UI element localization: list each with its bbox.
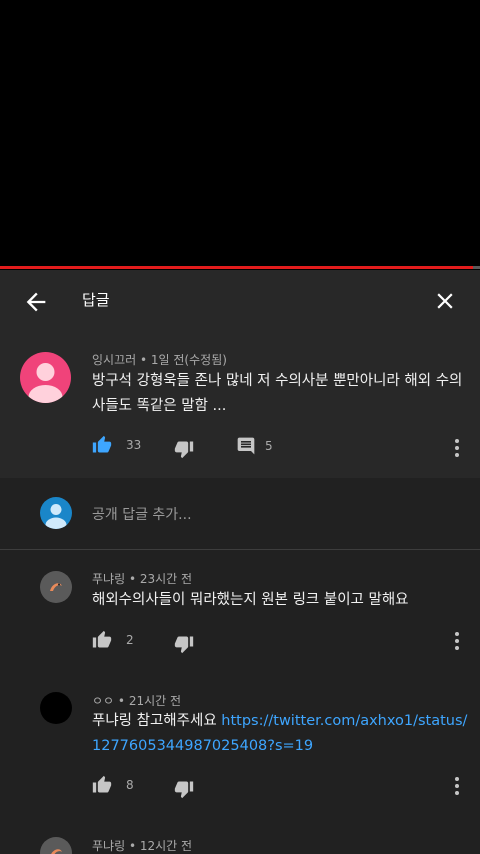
close-icon[interactable]: [432, 288, 458, 314]
replies-panel: 잉시끄러 • 1일 전(수정됨) 방구석 강형욱들 존나 많네 저 수의사분 뿐…: [0, 332, 480, 854]
reply-input[interactable]: 공개 답글 추가...: [92, 504, 192, 524]
reply-meta: 푸냐링 • 23시간 전: [92, 570, 192, 587]
replies-header: 답글: [0, 270, 480, 332]
meta-separator: •: [140, 353, 151, 367]
more-options-icon[interactable]: [454, 439, 460, 459]
like-count: 33: [126, 438, 142, 452]
reply-author[interactable]: 푸냐링: [92, 572, 125, 586]
like-button[interactable]: 33: [92, 435, 141, 455]
like-count: 2: [126, 633, 134, 647]
thumb-down-icon[interactable]: [174, 439, 194, 459]
meta-separator: •: [128, 572, 140, 586]
avatar: [40, 497, 72, 529]
reply-link[interactable]: 1277605344987025408?s=19: [92, 734, 472, 759]
more-options-icon[interactable]: [454, 777, 460, 797]
like-button[interactable]: 2: [92, 630, 134, 650]
thumb-up-icon: [92, 775, 112, 793]
reply-time: 12시간 전: [139, 839, 193, 853]
thumb-up-icon: [92, 630, 112, 648]
avatar[interactable]: [40, 837, 72, 854]
shrimp-avatar-icon: [40, 837, 72, 854]
more-options-icon[interactable]: [454, 632, 460, 652]
user-silhouette-icon: [28, 363, 63, 403]
meta-separator: •: [117, 694, 129, 708]
comment-text-line: 방구석 강형욱들 존나 많네 저 수의사분 뿐만아니라 해외 수의: [92, 373, 463, 389]
reply-count-button[interactable]: 5: [236, 436, 273, 456]
parent-comment: 잉시끄러 • 1일 전(수정됨) 방구석 강형욱들 존나 많네 저 수의사분 뿐…: [0, 332, 480, 478]
reply-meta: ㅇㅇ • 21시간 전: [92, 692, 181, 709]
video-progress-fill: [0, 266, 473, 269]
like-button[interactable]: 8: [92, 775, 134, 795]
video-player[interactable]: [0, 0, 480, 268]
comment-time: 1일 전(수정됨): [150, 353, 227, 367]
reply-link[interactable]: https://twitter.com/axhxo1/status/: [221, 713, 467, 729]
comment-text: 방구석 강형욱들 존나 많네 저 수의사분 뿐만아니라 해외 수의 사들도 똑같…: [92, 369, 472, 419]
thumb-down-icon[interactable]: [174, 779, 194, 799]
reply-time: 21시간 전: [128, 694, 182, 708]
thumb-up-icon: [92, 435, 112, 453]
thumb-down-icon[interactable]: [174, 634, 194, 654]
add-reply-row[interactable]: 공개 답글 추가...: [0, 478, 480, 550]
reply-author[interactable]: ㅇㅇ: [92, 694, 114, 708]
reply-meta: 푸냐링 • 12시간 전: [92, 837, 192, 854]
reply-count: 5: [265, 439, 273, 453]
page-title: 답글: [82, 291, 110, 309]
meta-separator: •: [128, 839, 140, 853]
divider: [0, 549, 480, 550]
avatar[interactable]: [40, 692, 72, 724]
video-progress-bar[interactable]: [0, 266, 480, 269]
avatar[interactable]: [20, 352, 71, 403]
reply-text-line: 푸냐링 참고해주세요 https://twitter.com/axhxo1/st…: [92, 709, 472, 734]
reply-text: 푸냐링 참고해주세요 https://twitter.com/axhxo1/st…: [92, 709, 472, 759]
comment-icon: [237, 437, 255, 455]
user-silhouette-icon: [45, 504, 67, 529]
reply-time: 23시간 전: [139, 572, 193, 586]
shrimp-avatar-icon: [40, 571, 72, 603]
comment-author[interactable]: 잉시끄러: [92, 353, 136, 367]
reply-text-prefix: 푸냐링 참고해주세요: [92, 713, 222, 729]
avatar[interactable]: [40, 571, 72, 603]
reply-text: 해외수의사들이 뭐라했는지 원본 링크 붙이고 말해요: [92, 592, 409, 608]
arrow-left-icon[interactable]: [22, 288, 50, 316]
reply-author[interactable]: 푸냐링: [92, 839, 125, 853]
like-count: 8: [126, 778, 134, 792]
comment-text-line: 사들도 똑같은 말함 ...: [92, 398, 227, 414]
comment-meta: 잉시끄러 • 1일 전(수정됨): [92, 351, 227, 368]
